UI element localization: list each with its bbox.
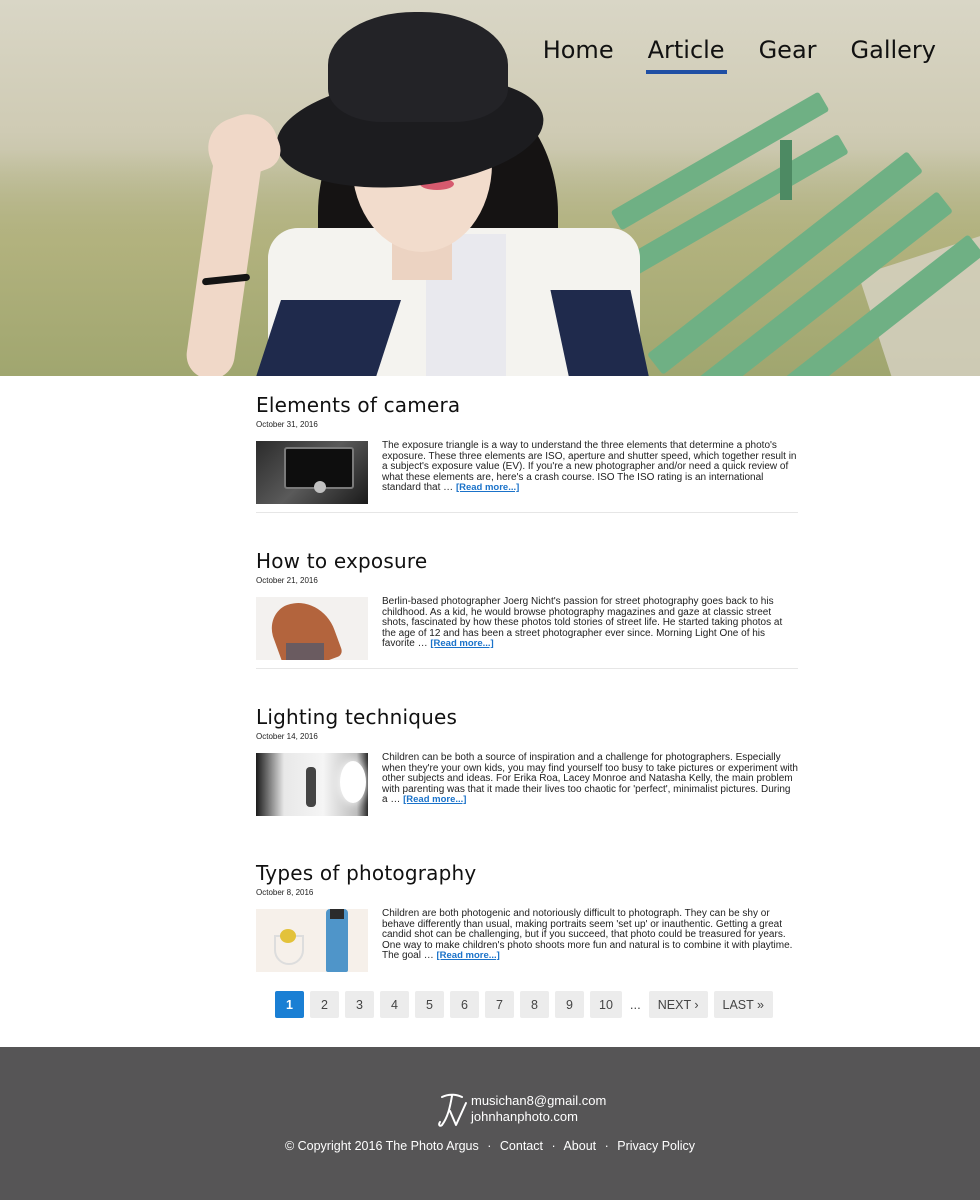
footer-link-contact[interactable]: Contact [500,1139,543,1153]
separator: · [551,1139,556,1153]
nav-gear[interactable]: Gear [759,36,817,70]
nav-gallery[interactable]: Gallery [851,36,936,70]
article-excerpt: Children are both photogenic and notorio… [382,908,793,962]
article-excerpt: The exposure triangle is a way to unders… [382,440,797,494]
read-more-link[interactable]: [Read more...] [430,638,493,650]
footer-site-link[interactable]: johnhanphoto.com [471,1109,578,1124]
page-5-button[interactable]: 5 [415,991,444,1018]
page-10-button[interactable]: 10 [590,991,622,1018]
bench-leg [780,140,792,200]
pagination: 1 2 3 4 5 6 7 8 9 10 ... NEXT › LAST » [275,991,773,1018]
divider [256,668,798,669]
footer-link-privacy[interactable]: Privacy Policy [617,1139,695,1153]
read-more-link[interactable]: [Read more...] [403,794,466,806]
footer: musichan8@gmail.com johnhanphoto.com © C… [0,1047,980,1200]
separator: · [487,1139,492,1153]
hero-hat-crown [328,12,508,122]
article-list: Elements of camera October 31, 2016 The … [256,392,798,1016]
last-page-button[interactable]: LAST » [713,991,773,1018]
hero-jacket-stripe [255,300,401,376]
article-date: October 8, 2016 [256,888,314,897]
main-nav: Home Article Gear Gallery [543,36,936,74]
list-item: Elements of camera October 31, 2016 The … [256,392,798,548]
article-date: October 14, 2016 [256,732,318,741]
next-page-button[interactable]: NEXT › [648,991,708,1018]
page-9-button[interactable]: 9 [555,991,584,1018]
article-title[interactable]: How to exposure [256,548,798,574]
read-more-link[interactable]: [Read more...] [456,482,519,494]
article-excerpt: Children can be both a source of inspira… [382,752,798,806]
pagination-ellipsis: ... [629,997,641,1012]
article-excerpt: Berlin-based photographer Joerg Nicht's … [382,596,783,650]
article-thumbnail[interactable] [256,441,368,504]
page-6-button[interactable]: 6 [450,991,479,1018]
article-thumbnail[interactable] [256,597,368,660]
divider [256,512,798,513]
article-title[interactable]: Lighting techniques [256,704,798,730]
page-1-button[interactable]: 1 [275,991,304,1018]
article-date: October 21, 2016 [256,576,318,585]
list-item: How to exposure October 21, 2016 Berlin-… [256,548,798,704]
copyright-text: © Copyright 2016 The Photo Argus [284,1139,479,1153]
nav-home[interactable]: Home [543,36,614,70]
nav-article[interactable]: Article [645,36,727,74]
page-7-button[interactable]: 7 [485,991,514,1018]
footer-email-link[interactable]: musichan8@gmail.com [471,1093,606,1108]
article-date: October 31, 2016 [256,420,318,429]
footer-links: © Copyright 2016 The Photo Argus · Conta… [0,1139,980,1153]
list-item: Lighting techniques October 14, 2016 Chi… [256,704,798,860]
signature-logo-icon [438,1093,467,1127]
read-more-link[interactable]: [Read more...] [436,950,499,962]
page-4-button[interactable]: 4 [380,991,409,1018]
article-title[interactable]: Elements of camera [256,392,798,418]
page-8-button[interactable]: 8 [520,991,549,1018]
separator: · [604,1139,609,1153]
page-3-button[interactable]: 3 [345,991,374,1018]
footer-link-about[interactable]: About [563,1139,596,1153]
article-title[interactable]: Types of photography [256,860,798,886]
article-thumbnail[interactable] [256,909,368,972]
article-thumbnail[interactable] [256,753,368,816]
page-2-button[interactable]: 2 [310,991,339,1018]
